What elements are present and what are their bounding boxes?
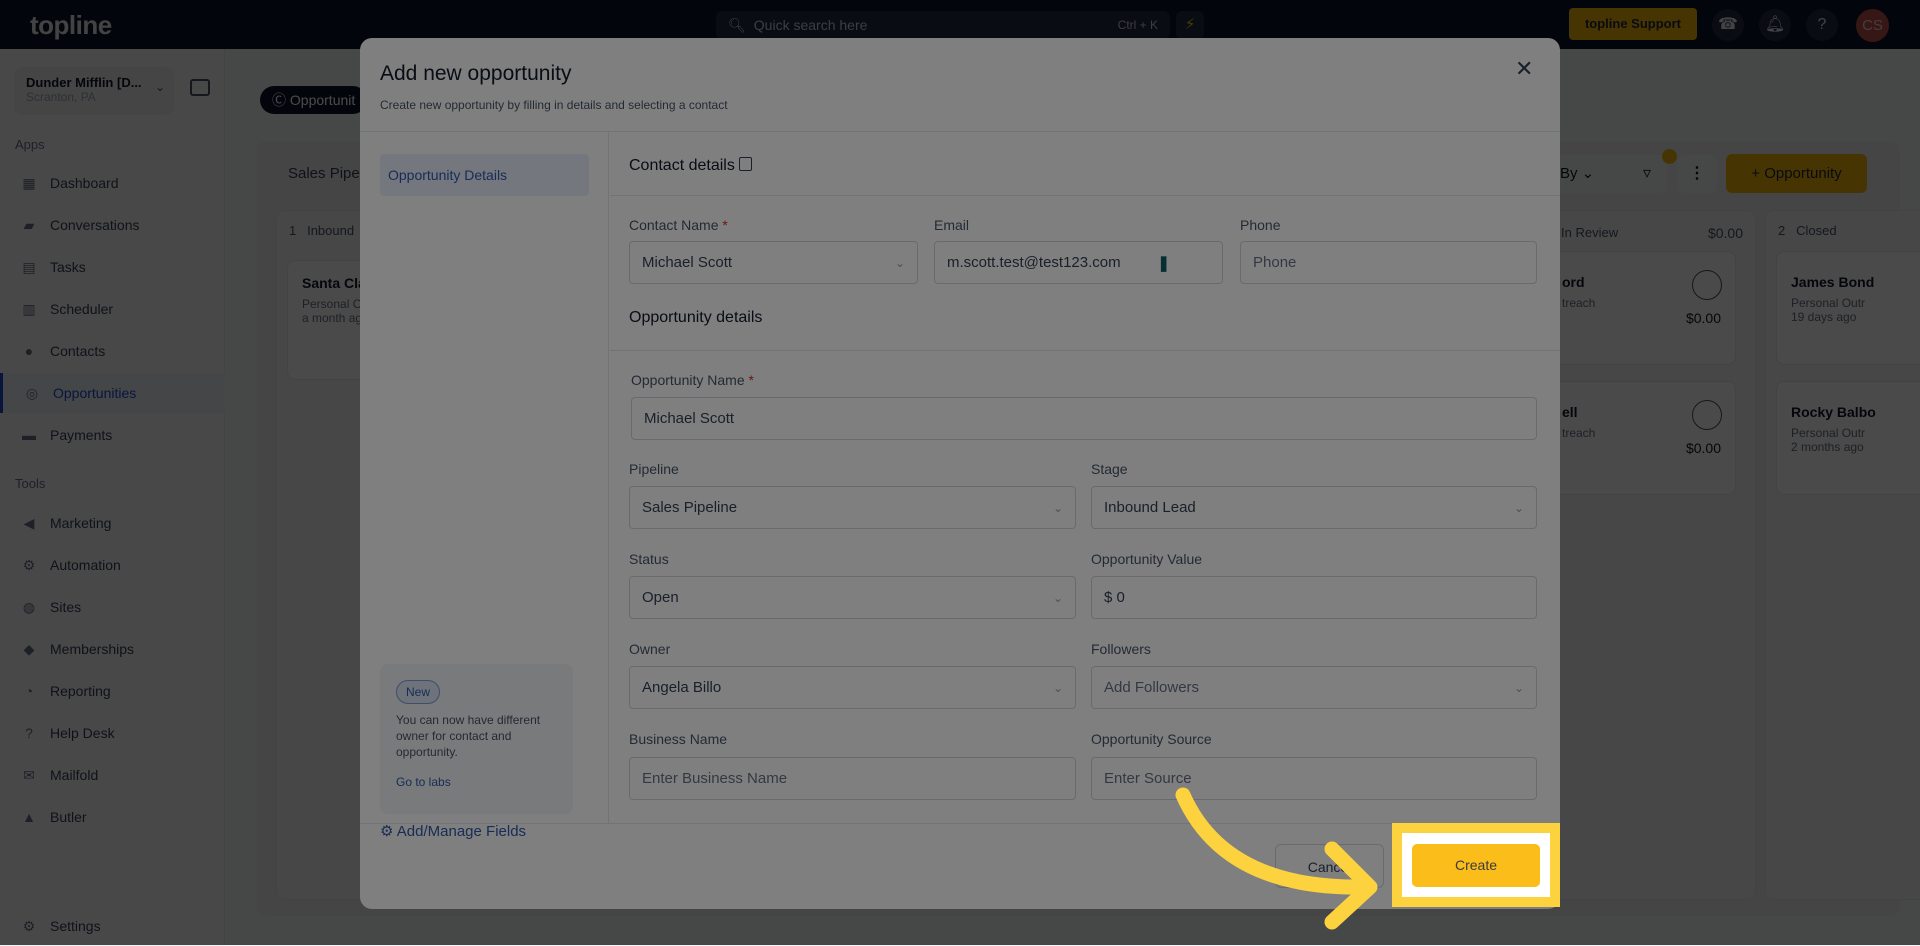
pointer-arrow-icon [1175, 787, 1378, 930]
